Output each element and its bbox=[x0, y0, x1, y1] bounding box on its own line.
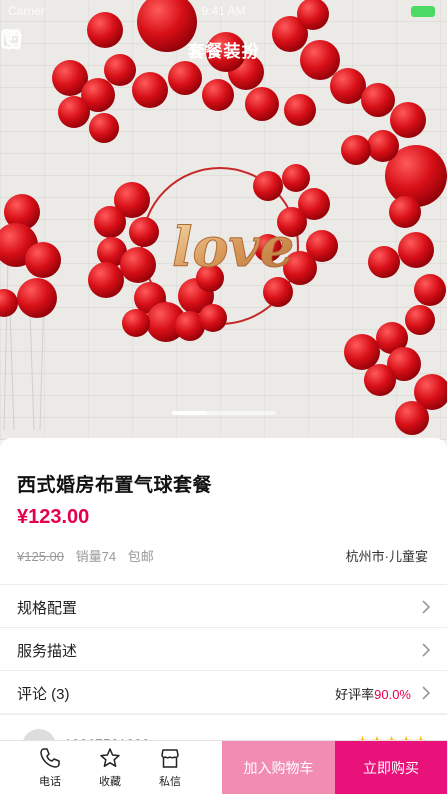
sales-count: 销量74 bbox=[75, 549, 117, 564]
menu-icon[interactable] bbox=[0, 28, 22, 50]
balloon bbox=[330, 68, 366, 104]
navbar: 套餐装扮 bbox=[0, 28, 447, 68]
balloon bbox=[88, 262, 124, 298]
balloon bbox=[395, 401, 429, 435]
balloon bbox=[344, 334, 380, 370]
balloon bbox=[368, 246, 400, 278]
favorite-label: 收藏 bbox=[99, 776, 121, 788]
service-description-row[interactable]: 服务描述 bbox=[0, 627, 447, 670]
service-description-label: 服务描述 bbox=[17, 643, 78, 660]
balloon bbox=[17, 278, 57, 318]
balloon bbox=[282, 164, 310, 192]
balloon bbox=[89, 113, 119, 143]
phone-button[interactable]: 电话 bbox=[30, 747, 70, 789]
balloon bbox=[284, 94, 316, 126]
balloon bbox=[253, 171, 283, 201]
page-title: 套餐装扮 bbox=[187, 42, 260, 61]
gallery-indicator-active bbox=[172, 411, 207, 415]
balloon bbox=[364, 364, 396, 396]
balloon bbox=[389, 196, 421, 228]
balloon bbox=[245, 87, 279, 121]
buy-now-button[interactable]: 立即购买 bbox=[335, 741, 447, 794]
spec-config-row[interactable]: 规格配置 bbox=[0, 584, 447, 627]
love-foil-balloon: love bbox=[172, 215, 294, 279]
add-to-cart-button[interactable]: 加入购物车 bbox=[222, 741, 335, 794]
balloon bbox=[414, 274, 446, 306]
shipping-label: 包邮 bbox=[127, 549, 154, 564]
balloon bbox=[94, 206, 126, 238]
positive-rate: 好评率90.0% bbox=[335, 684, 411, 703]
chevron-right-icon bbox=[422, 643, 431, 657]
phone-label: 电话 bbox=[39, 776, 61, 788]
reviews-label: 评论 (3) bbox=[17, 686, 70, 703]
message-button[interactable]: 私信 bbox=[150, 747, 190, 789]
chevron-right-icon bbox=[422, 686, 431, 700]
product-meta: ¥125.00 销量74 包邮 bbox=[17, 546, 154, 565]
balloon bbox=[405, 305, 435, 335]
positive-rate-value: 90.0% bbox=[374, 687, 411, 702]
chevron-right-icon bbox=[422, 600, 431, 614]
positive-rate-label: 好评率 bbox=[335, 687, 375, 702]
message-label: 私信 bbox=[159, 776, 181, 788]
balloon bbox=[129, 217, 159, 247]
balloon bbox=[0, 289, 18, 317]
status-time: 9:41 AM bbox=[201, 4, 246, 18]
phone-icon bbox=[40, 748, 60, 768]
product-price: ¥123.00 bbox=[17, 506, 90, 528]
balloon bbox=[25, 242, 61, 278]
balloon bbox=[132, 72, 168, 108]
product-title: 西式婚房布置气球套餐 bbox=[17, 475, 213, 496]
spec-config-label: 规格配置 bbox=[17, 600, 78, 617]
balloon bbox=[202, 79, 234, 111]
balloon bbox=[263, 277, 293, 307]
product-image-gallery[interactable]: love Carrier 9:41 AM 套餐装扮 bbox=[0, 0, 447, 440]
balloon bbox=[341, 135, 371, 165]
reviews-row[interactable]: 评论 (3) 好评率90.0% bbox=[0, 670, 447, 713]
balloon bbox=[58, 96, 90, 128]
shop-icon bbox=[161, 749, 179, 768]
balloon bbox=[390, 102, 426, 138]
balloon bbox=[398, 232, 434, 268]
balloon bbox=[199, 304, 227, 332]
balloon bbox=[367, 130, 399, 162]
battery-icon bbox=[411, 6, 435, 17]
product-location: 杭州市·儿童宴 bbox=[345, 549, 428, 564]
favorite-button[interactable]: 收藏 bbox=[90, 747, 130, 789]
balloon-string bbox=[9, 309, 15, 431]
gallery-page-indicator bbox=[172, 411, 276, 415]
balloon-string bbox=[3, 259, 9, 431]
balloon bbox=[120, 247, 156, 283]
balloon bbox=[361, 83, 395, 117]
balloon bbox=[122, 309, 150, 337]
original-price: ¥125.00 bbox=[17, 549, 64, 564]
balloon-string bbox=[29, 309, 35, 431]
status-bar: Carrier 9:41 AM bbox=[0, 0, 447, 24]
star-icon bbox=[100, 748, 120, 767]
bottom-action-bar: 电话 收藏 私信 加入购物车 立即购买 bbox=[0, 740, 447, 794]
product-info-card: 西式婚房布置气球套餐 ¥123.00 ¥125.00 销量74 包邮 杭州市·儿… bbox=[0, 438, 447, 584]
